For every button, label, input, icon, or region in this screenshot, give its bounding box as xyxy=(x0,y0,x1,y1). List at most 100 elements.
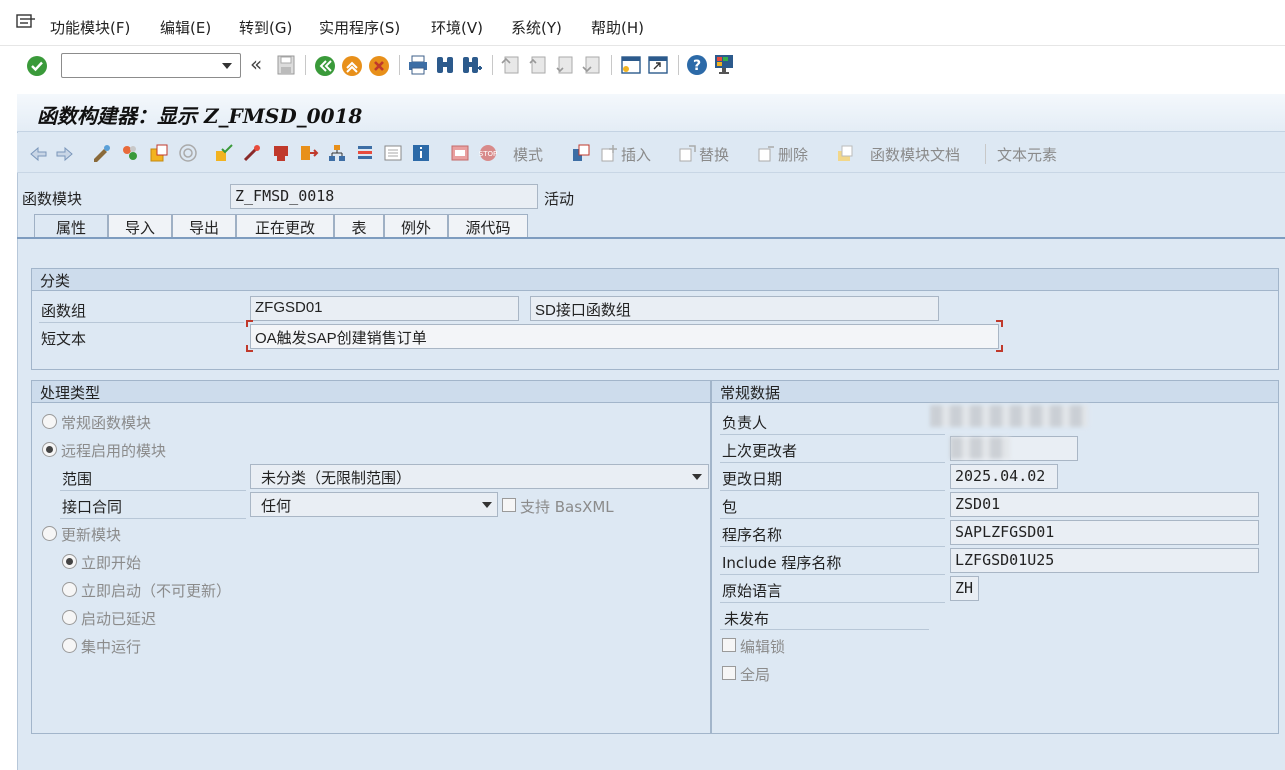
menu-toggle-icon[interactable] xyxy=(16,14,36,30)
back-icon[interactable] xyxy=(314,55,336,77)
short-text-field[interactable]: OA触发SAP创建销售订单 xyxy=(250,324,999,349)
save-icon[interactable] xyxy=(275,54,297,76)
tab-import[interactable]: 导入 xyxy=(108,214,172,238)
menu-edit[interactable]: 编辑(E) xyxy=(160,17,211,38)
row-divider xyxy=(720,546,945,547)
print-icon[interactable] xyxy=(407,54,429,76)
activate-icon[interactable] xyxy=(242,143,262,163)
program-name-label: 程序名称 xyxy=(722,526,783,544)
global-label: 全局 xyxy=(740,666,771,684)
delete-icon[interactable] xyxy=(756,143,776,163)
cancel-icon[interactable] xyxy=(368,55,390,77)
replace-icon[interactable] xyxy=(677,143,697,163)
menu-utilities[interactable]: 实用程序(S) xyxy=(319,17,400,38)
remote-enabled-label: 远程启用的模块 xyxy=(61,442,167,460)
enter-check-icon[interactable] xyxy=(26,55,48,77)
test-icon[interactable] xyxy=(271,143,291,163)
new-session-icon[interactable] xyxy=(620,54,642,76)
customize-layout-icon[interactable] xyxy=(713,53,735,75)
function-group-label: 函数组 xyxy=(41,302,87,320)
menu-environment[interactable]: 环境(V) xyxy=(431,17,483,38)
tab-tables[interactable]: 表 xyxy=(334,214,384,238)
separator xyxy=(305,55,306,75)
hierarchy-icon[interactable] xyxy=(327,143,347,163)
tab-attributes[interactable]: 属性 xyxy=(34,214,108,238)
exit-icon[interactable] xyxy=(341,55,363,77)
info-icon[interactable] xyxy=(411,143,431,163)
interface-dropdown-icon[interactable] xyxy=(482,502,492,508)
mode-button[interactable]: 模式 xyxy=(513,144,543,165)
pattern-insert-icon[interactable] xyxy=(571,143,591,163)
shortcut-icon[interactable] xyxy=(647,54,669,76)
previous-page-icon[interactable] xyxy=(527,54,549,76)
function-module-field[interactable]: Z_FMSD_0018 xyxy=(230,184,538,209)
insert-icon[interactable] xyxy=(599,143,619,163)
radio-normal-function-module[interactable] xyxy=(42,414,57,429)
delete-button[interactable]: 删除 xyxy=(778,144,808,165)
tab-export[interactable]: 导出 xyxy=(172,214,236,238)
required-marker xyxy=(246,345,253,352)
back-history-icon[interactable]: « xyxy=(250,52,262,76)
include-program-field[interactable]: LZFGSD01U25 xyxy=(950,548,1259,573)
forward-arrow-icon[interactable] xyxy=(55,144,75,164)
check-icon[interactable] xyxy=(214,143,234,163)
menu-system[interactable]: 系统(Y) xyxy=(511,17,562,38)
menu-goto[interactable]: 转到(G) xyxy=(239,17,292,38)
fm-documentation-icon[interactable] xyxy=(836,143,856,163)
svg-text:?: ? xyxy=(693,58,701,74)
radio-start-no-update[interactable] xyxy=(62,582,77,597)
short-text-label: 短文本 xyxy=(41,330,87,348)
radio-remote-enabled[interactable] xyxy=(42,442,57,457)
radio-update-module[interactable] xyxy=(42,526,57,541)
text-elements-button[interactable]: 文本元素 xyxy=(997,144,1057,165)
stack-icon[interactable] xyxy=(355,143,375,163)
back-arrow-icon[interactable] xyxy=(28,144,48,164)
row-divider xyxy=(60,490,246,491)
where-used-icon[interactable] xyxy=(178,143,198,163)
help-icon[interactable]: ? xyxy=(686,54,708,76)
general-data-title: 常规数据 xyxy=(712,381,1278,403)
stop-icon[interactable]: STOP xyxy=(478,143,498,163)
package-field[interactable]: ZSD01 xyxy=(950,492,1259,517)
command-dropdown-icon[interactable] xyxy=(222,63,232,69)
scope-dropdown-icon[interactable] xyxy=(692,474,702,480)
fm-documentation-button[interactable]: 函数模块文档 xyxy=(870,144,960,165)
find-next-icon[interactable] xyxy=(461,54,483,76)
scope-select[interactable]: 未分类（无限制范围） xyxy=(250,464,709,489)
breakpoint-icon[interactable] xyxy=(450,143,470,163)
global-checkbox[interactable] xyxy=(722,666,736,680)
find-icon[interactable] xyxy=(434,54,456,76)
command-field[interactable] xyxy=(61,53,241,78)
program-name-field[interactable]: SAPLZFGSD01 xyxy=(950,520,1259,545)
last-page-icon[interactable] xyxy=(581,54,603,76)
tab-source-code[interactable]: 源代码 xyxy=(448,214,528,238)
active-inactive-icon[interactable] xyxy=(120,143,140,163)
radio-collective-run[interactable] xyxy=(62,638,77,653)
required-marker xyxy=(996,345,1003,352)
next-page-icon[interactable] xyxy=(554,54,576,76)
row-divider xyxy=(720,434,945,435)
display-object-list-icon[interactable] xyxy=(383,143,403,163)
display-change-icon[interactable] xyxy=(92,143,112,163)
tab-changing[interactable]: 正在更改 xyxy=(236,214,334,238)
menu-function-module[interactable]: 功能模块(F) xyxy=(50,17,130,38)
responsible-redacted xyxy=(930,405,1088,427)
pattern-icon[interactable] xyxy=(299,143,319,163)
insert-button[interactable]: 插入 xyxy=(621,144,651,165)
edit-lock-checkbox[interactable] xyxy=(722,638,736,652)
radio-start-immediately[interactable] xyxy=(62,554,77,569)
basxml-checkbox[interactable] xyxy=(502,498,516,512)
tab-exceptions[interactable]: 例外 xyxy=(384,214,448,238)
other-object-icon[interactable] xyxy=(149,143,169,163)
menu-help[interactable]: 帮助(H) xyxy=(591,17,644,38)
replace-button[interactable]: 替换 xyxy=(699,144,729,165)
not-released-label: 未发布 xyxy=(724,610,770,628)
function-group-field[interactable]: ZFGSD01 xyxy=(250,296,519,321)
interface-contract-select[interactable]: 任何 xyxy=(250,492,498,517)
row-divider xyxy=(60,518,246,519)
responsible-label: 负责人 xyxy=(722,414,768,432)
start-no-update-label: 立即启动（不可更新） xyxy=(81,582,232,600)
first-page-icon[interactable] xyxy=(500,54,522,76)
separator xyxy=(611,55,612,75)
radio-start-delayed[interactable] xyxy=(62,610,77,625)
